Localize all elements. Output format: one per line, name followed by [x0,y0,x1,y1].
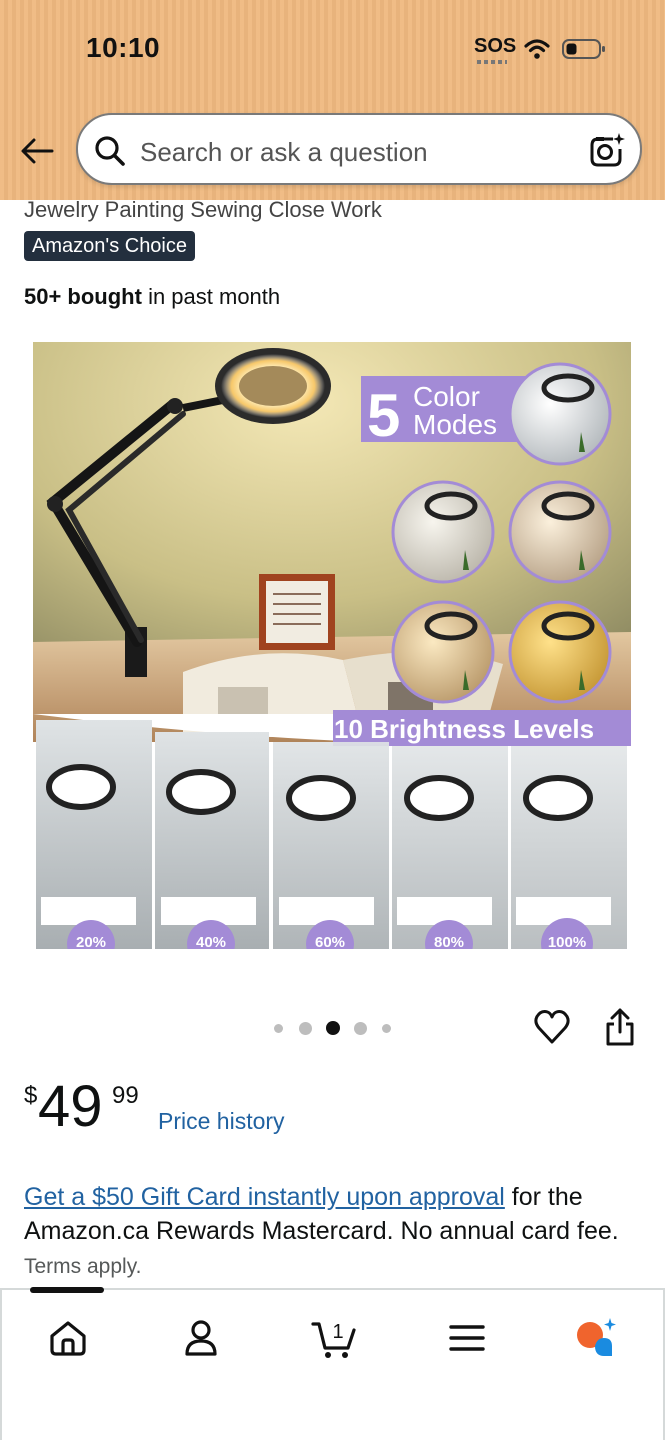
color-modes-line2: Modes [413,409,497,440]
brightness-panels [36,720,627,950]
account-icon[interactable] [179,1316,223,1360]
price-history-link[interactable]: Price history [158,1108,285,1135]
image-carousel-dots[interactable] [270,1020,400,1036]
brightness-label: 10 Brightness Levels [334,714,594,744]
carousel-dot[interactable] [299,1022,312,1035]
price-fraction: 99 [112,1082,139,1109]
amazons-choice-badge[interactable]: Amazon's Choice [24,231,195,261]
bought-in-past-month: 50+ bought in past month [24,284,280,310]
status-time: 10:10 [86,32,161,63]
rufus-ai-icon[interactable] [572,1316,620,1360]
bought-count: 50+ bought [24,284,142,309]
credit-card-promo: Get a $50 Gift Card instantly upon appro… [24,1180,644,1284]
menu-icon[interactable] [445,1316,489,1360]
level-label: 60% [315,934,345,951]
app-header: 10:10 SOS Search or ask a question [0,0,665,200]
carousel-dot[interactable] [354,1022,367,1035]
gift-card-offer-link[interactable]: Get a $50 Gift Card instantly upon appro… [24,1183,505,1211]
level-label: 100% [548,934,586,951]
bought-suffix: in past month [141,284,281,309]
signal-dots [477,60,507,64]
battery-icon [562,39,605,59]
carousel-dot-active[interactable] [326,1021,340,1035]
wifi-icon [524,39,550,59]
search-input[interactable]: Search or ask a question [140,137,428,168]
color-modes-label: 5 Color Modes [361,376,531,449]
carousel-dot[interactable] [274,1024,283,1033]
status-sos: SOS [474,35,517,57]
carousel-dot[interactable] [382,1024,391,1033]
level-label: 20% [76,934,106,951]
home-icon[interactable] [46,1316,90,1360]
back-arrow-icon[interactable] [18,132,56,170]
cart-icon[interactable]: 1 [310,1316,358,1360]
active-tab-indicator [30,1287,104,1293]
bottom-nav-bar: 1 [0,1288,665,1440]
cart-count: 1 [332,1321,343,1343]
share-icon[interactable] [602,1006,638,1048]
search-icon [95,136,125,166]
color-modes-number: 5 [367,382,400,449]
color-modes-line1: Color [413,381,480,412]
search-bar[interactable]: Search or ask a question [76,113,642,185]
level-label: 40% [196,934,226,951]
terms-apply[interactable]: Terms apply. [24,1255,141,1278]
camera-search-icon[interactable] [588,131,626,169]
picture-frame [259,574,335,650]
product-title[interactable]: Jewelry Painting Sewing Close Work [24,197,382,223]
wishlist-heart-icon[interactable] [533,1008,571,1046]
product-image[interactable]: 5 Color Modes 10 Brightness Levels 20% 4… [33,342,631,952]
price-currency: $ [24,1082,38,1109]
level-label: 80% [434,934,464,951]
price-whole: 49 [38,1074,103,1139]
